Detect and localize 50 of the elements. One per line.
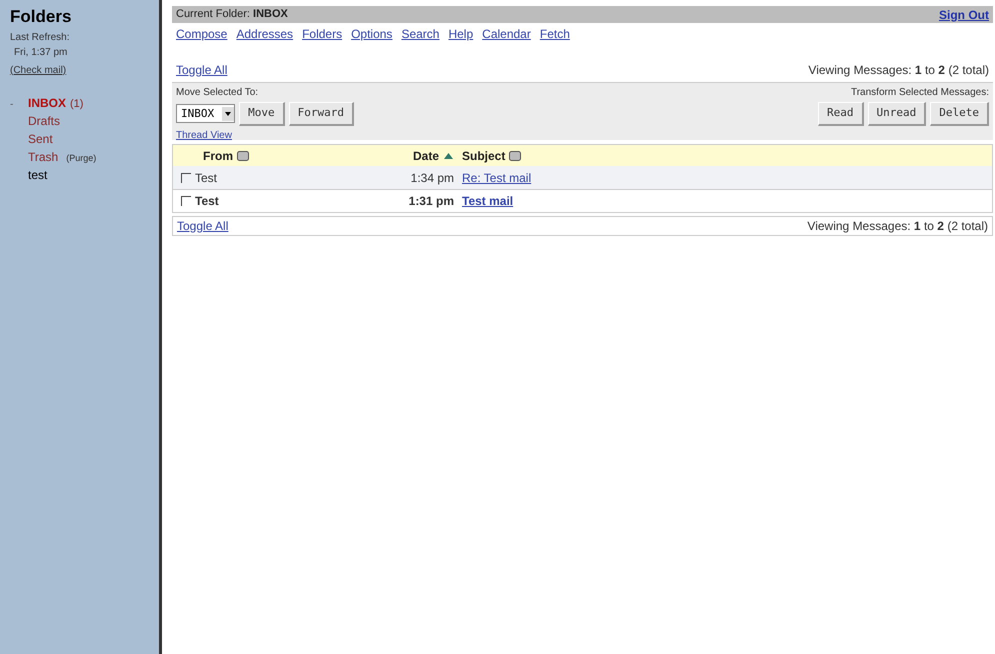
column-header[interactable]: From	[203, 146, 233, 164]
folder-link[interactable]: Trash	[28, 148, 58, 166]
action-button[interactable]: Unread	[868, 102, 926, 126]
current-folder: Current Folder: INBOX	[176, 7, 288, 22]
check-mail-link[interactable]: (Check mail)	[10, 64, 66, 76]
subject-link[interactable]: Re: Test mail	[458, 168, 532, 186]
toggle-all-link[interactable]: Toggle All	[177, 217, 228, 235]
nav-link[interactable]: Help	[448, 25, 474, 43]
action-button[interactable]: Forward	[288, 102, 354, 126]
action-button[interactable]: Delete	[930, 102, 989, 126]
nav-link[interactable]: Addresses	[236, 25, 294, 43]
action-button[interactable]: Move	[239, 102, 285, 126]
folder-link[interactable]: Drafts	[28, 112, 60, 130]
folder-link[interactable]: INBOX	[28, 94, 66, 112]
nav-link[interactable]: Folders	[302, 25, 342, 43]
transform-label: Transform Selected Messages:	[850, 86, 989, 100]
subject-link[interactable]: Test mail	[458, 192, 514, 210]
date-cell-text: 1:31 pm	[408, 193, 455, 210]
folder-select[interactable]: INBOX	[176, 104, 236, 124]
refresh-label: Last Refresh:	[10, 30, 70, 44]
nav-link[interactable]: Calendar	[482, 25, 531, 43]
folder-link[interactable]: Sent	[28, 130, 53, 148]
nav-link[interactable]: Search	[401, 25, 440, 43]
nav-link[interactable]: Options	[351, 25, 392, 43]
from-cell-text: Test	[195, 170, 218, 186]
message-row[interactable]: Test 1:34 pm Re: Test mail	[173, 166, 992, 189]
viewing-messages: Viewing Messages: 1 to 2 (2 total)	[808, 62, 989, 79]
nav-link[interactable]: Compose	[176, 25, 228, 43]
sidebar-title: Folders	[10, 6, 72, 28]
row-checkbox[interactable]	[181, 196, 191, 206]
column-header[interactable]: Subject	[462, 146, 506, 164]
folder-link[interactable]: test	[28, 166, 48, 184]
sort-ascending-icon[interactable]	[443, 152, 454, 160]
sign-out-link[interactable]: Sign Out	[939, 6, 989, 24]
refresh-time: Fri, 1:37 pm	[13, 46, 68, 60]
move-label: Move Selected To:	[176, 86, 260, 100]
purge-link[interactable]: (Purge)	[66, 152, 96, 166]
date-cell-text: 1:34 pm	[410, 170, 455, 186]
sort-icon[interactable]	[509, 150, 522, 160]
sort-icon[interactable]	[237, 150, 249, 160]
toggle-all-link[interactable]: Toggle All	[176, 61, 228, 79]
from-cell-text: Test	[195, 193, 219, 210]
column-header[interactable]: Date	[412, 146, 439, 164]
folder-marker: -	[10, 98, 14, 110]
viewing-messages: Viewing Messages: 1 to 2 (2 total)	[807, 218, 988, 235]
nav-link[interactable]: Fetch	[540, 25, 570, 43]
thread-view-link[interactable]: Thread View	[176, 128, 354, 142]
action-button[interactable]: Read	[818, 102, 864, 126]
row-checkbox[interactable]	[181, 172, 191, 182]
unread-count: (1)	[70, 96, 84, 112]
